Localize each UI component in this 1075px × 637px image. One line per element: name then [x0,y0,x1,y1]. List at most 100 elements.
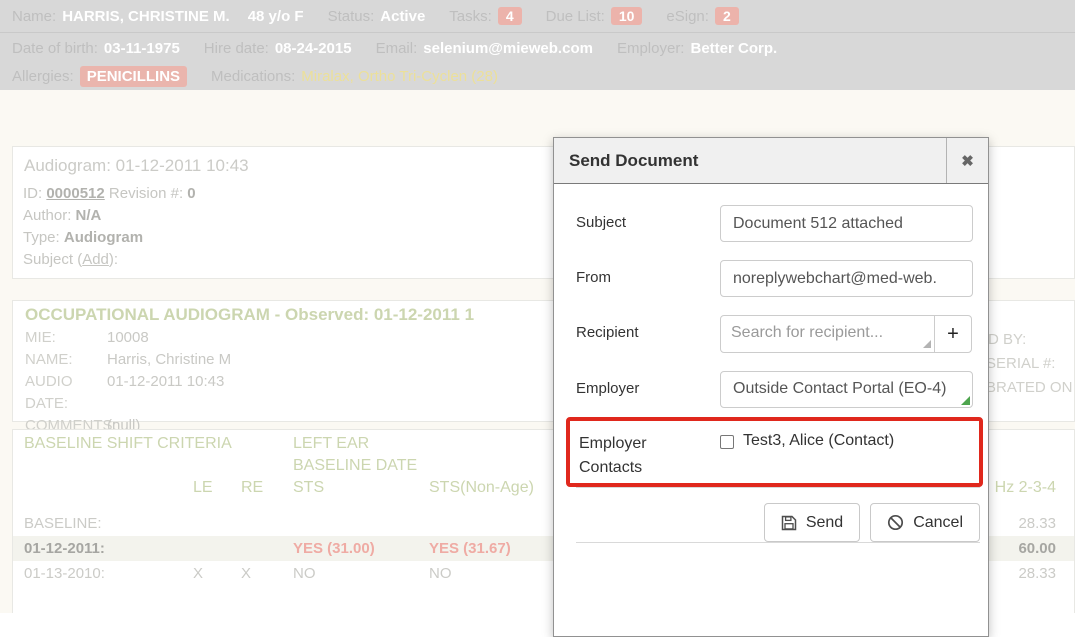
revision-value: 0 [187,185,195,202]
baseline-date-header: BASELINE DATE [293,455,417,477]
employer-contacts-highlight-box: Employer Contacts Test3, Alice (Contact) [566,417,983,487]
hire-date-value: 08-24-2015 [275,40,352,57]
from-field-label: From [576,260,720,297]
hire-date-label: Hire date: [204,40,269,57]
patient-header: Name: HARRIS, CHRISTINE M. 48 y/o F Stat… [0,0,1075,90]
cell-le: X [193,565,241,582]
recipient-field-row: Recipient + [576,315,980,353]
medications-links[interactable]: Miralax, Ortho Tri-Cyclen (28) [301,68,498,85]
tasks-label: Tasks: [449,8,492,25]
col-le: LE [193,477,241,499]
recipient-field-label: Recipient [576,315,720,353]
send-document-modal: Send Document ✖ Subject From Recipient + [553,137,989,637]
mie-value: 10008 [107,327,149,349]
right-fragment-calibrated: BRATED ON [986,379,1072,396]
allergies-label: Allergies: [12,68,74,85]
cell-sts: YES (31.00) [293,540,429,557]
right-fragment-tested-by: D BY: [988,331,1026,348]
audio-date-label: AUDIO DATE: [25,371,107,415]
row-label: BASELINE: [24,515,193,532]
esign-badge[interactable]: 2 [715,7,739,25]
employer-field-row: Employer Outside Contact Portal (EO-4) [576,371,980,408]
employer-selected-option: Outside Contact Portal (EO-4) [733,380,946,397]
employer-field-label: Employer [576,371,720,408]
employer-value: Better Corp. [690,40,777,57]
cell-hz-value: 28.33 [1018,515,1074,532]
status-label: Status: [328,8,375,25]
ear-title: LEFT EAR [293,433,369,455]
cancel-button[interactable]: Cancel [870,503,980,542]
patient-header-row2: Date of birth: 03-11-1975 Hire date: 08-… [0,34,1075,63]
id-label: ID: [23,185,42,202]
from-input[interactable] [720,260,973,297]
revision-label: Revision #: [109,185,183,202]
dob-value: 03-11-1975 [104,40,180,57]
send-button[interactable]: Send [764,503,860,542]
baseline-section-title: BASELINE SHIFT CRITERIA [24,433,293,455]
send-button-label: Send [806,514,843,532]
dob-label: Date of birth: [12,40,98,57]
plus-icon: + [947,323,959,345]
subject-input[interactable] [720,205,973,242]
type-label: Type: [23,229,60,246]
cell-re: X [241,565,293,582]
audio-date-value: 01-12-2011 10:43 [107,371,224,415]
patient-header-row3: Allergies: PENICILLINS Medications: Mira… [0,63,1075,89]
tasks-badge[interactable]: 4 [498,7,522,25]
esign-label: eSign: [666,8,709,25]
footer-divider-top [576,487,980,488]
due-list-badge[interactable]: 10 [611,7,643,25]
cell-hz-value: 60.00 [1018,540,1074,557]
subject-label-prefix: Subject ( [23,251,82,268]
col-re: RE [241,477,293,499]
author-value: N/A [76,207,102,224]
ban-icon [887,514,904,531]
medications-label: Medications: [211,68,295,85]
type-value: Audiogram [64,229,143,246]
employer-contacts-label: Employer Contacts [579,430,720,483]
modal-footer-buttons: Send Cancel [576,503,980,542]
subject-field-label: Subject [576,205,720,242]
name-label: Name: [12,8,56,25]
add-recipient-button[interactable]: + [934,315,972,353]
mie-label: MIE: [25,327,107,349]
patient-age-sex: 48 y/o F [248,8,304,25]
employer-select[interactable]: Outside Contact Portal (EO-4) [720,371,973,408]
subject-label-suffix: ): [109,251,118,268]
status-value: Active [380,8,425,25]
employer-contact-option-label: Test3, Alice (Contact) [743,432,894,450]
row-label: 01-13-2010: [24,565,193,582]
col-sts: STS [293,477,429,499]
due-list-label: Due List: [546,8,605,25]
allergy-badge[interactable]: PENICILLINS [80,66,187,87]
recipient-search-wrapper [720,315,935,353]
recipient-search-input[interactable] [720,315,935,353]
modal-body: Subject From Recipient + Employer Outsid… [554,184,988,543]
employer-contact-checkbox[interactable] [720,435,734,449]
email-label: Email: [376,40,418,57]
patient-header-row1: Name: HARRIS, CHRISTINE M. 48 y/o F Stat… [0,0,1075,33]
recipient-input-group: + [720,315,973,353]
subject-field-row: Subject [576,205,980,242]
col-hz: Hz 2-3-4 [995,477,1074,499]
right-fragment-serial: SERIAL #: [986,355,1055,372]
document-id-link[interactable]: 0000512 [46,185,104,202]
name-field-value: Harris, Christine M [107,349,231,371]
employer-contacts-label-text: Employer Contacts [579,432,674,480]
save-icon [781,515,797,531]
subject-add-link[interactable]: Add [82,251,109,268]
email-value: selenium@mieweb.com [423,40,593,57]
employer-contact-option[interactable]: Test3, Alice (Contact) [720,430,894,483]
patient-name: HARRIS, CHRISTINE M. [62,8,230,25]
modal-title: Send Document [569,151,698,171]
close-button[interactable]: ✖ [946,138,988,183]
from-field-row: From [576,260,980,297]
close-icon: ✖ [961,153,974,170]
employer-label: Employer: [617,40,685,57]
modal-header: Send Document ✖ [554,138,988,184]
footer-divider-bottom [576,542,980,543]
author-label: Author: [23,207,71,224]
cell-hz-value: 28.33 [1018,565,1074,582]
cancel-button-label: Cancel [913,514,963,532]
cell-sts: NO [293,565,429,582]
